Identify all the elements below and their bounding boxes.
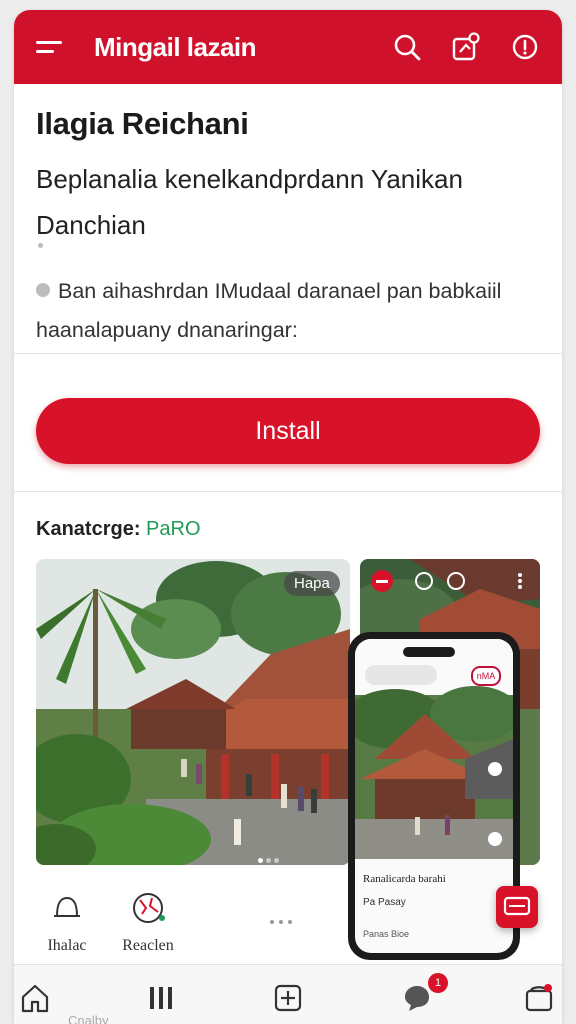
globe-icon	[133, 893, 165, 923]
app-title: Mingail lazain	[94, 32, 257, 62]
add-icon[interactable]	[271, 981, 305, 1015]
category-line: Kanatcrge: PaRO	[36, 518, 201, 541]
library-icon[interactable]	[144, 981, 178, 1015]
screenshot-badge: Hapa	[284, 571, 340, 596]
screenshot-1[interactable]: Hapa	[36, 559, 350, 865]
phone-search-pill[interactable]	[365, 665, 437, 685]
app-frame: Mingail lazain Ilagia Reichani Beplanali…	[14, 10, 562, 1024]
message-icon	[503, 896, 531, 916]
search-icon[interactable]	[390, 30, 424, 64]
village-scene-image	[36, 559, 350, 865]
floating-chat-button[interactable]	[496, 886, 538, 928]
home-icon[interactable]	[18, 981, 52, 1015]
divider	[14, 353, 562, 354]
phone-mockup: nMA Ranalicarda barahi Pa Pasay Panas Bi…	[348, 632, 520, 960]
phone-title: Ranalicarda barahi	[363, 873, 446, 885]
store-icon[interactable]	[522, 981, 556, 1015]
more-dots-icon[interactable]	[270, 911, 297, 929]
phone-badge: nMA	[471, 666, 501, 686]
separator-dot	[38, 243, 43, 248]
menu-icon[interactable]	[36, 37, 64, 59]
phone-notch	[403, 647, 455, 657]
app-name: Ilagia Reichani	[36, 106, 249, 141]
bell-icon	[54, 896, 80, 917]
app-subtitle: Beplanalia kenelkandprdann Yanikan Danch…	[36, 164, 463, 240]
category-label: Kanatcrge:	[36, 518, 141, 540]
nav-caption: Cnalby	[68, 1013, 109, 1024]
action-reaclen[interactable]: Reaclen	[110, 890, 186, 955]
description-text: Ban aihashrdan IMudaal daranael pan babk…	[36, 279, 502, 342]
carousel-dots[interactable]	[258, 850, 282, 865]
action-ihalac[interactable]: Ihalac	[36, 890, 98, 955]
phone-screen: nMA Ranalicarda barahi Pa Pasay Panas Bi…	[355, 639, 513, 953]
notification-badge: 1	[428, 973, 448, 993]
action-label: Ihalac	[47, 937, 87, 954]
info-icon[interactable]	[508, 30, 542, 64]
action-label: Reaclen	[122, 937, 174, 954]
phone-row: Pa Pasay	[363, 897, 406, 908]
divider	[14, 491, 562, 492]
app-description: Ban aihashrdan IMudaal daranael pan babk…	[36, 272, 546, 350]
top-bar: Mingail lazain	[14, 10, 562, 84]
share-icon[interactable]	[449, 30, 483, 64]
install-button[interactable]: Install	[36, 398, 540, 464]
phone-footer: Panas Bioe	[363, 929, 410, 939]
bullet-icon	[36, 283, 50, 298]
bottom-navigation: 1 Cnalby	[14, 964, 562, 1024]
category-value[interactable]: PaRO	[146, 518, 200, 540]
